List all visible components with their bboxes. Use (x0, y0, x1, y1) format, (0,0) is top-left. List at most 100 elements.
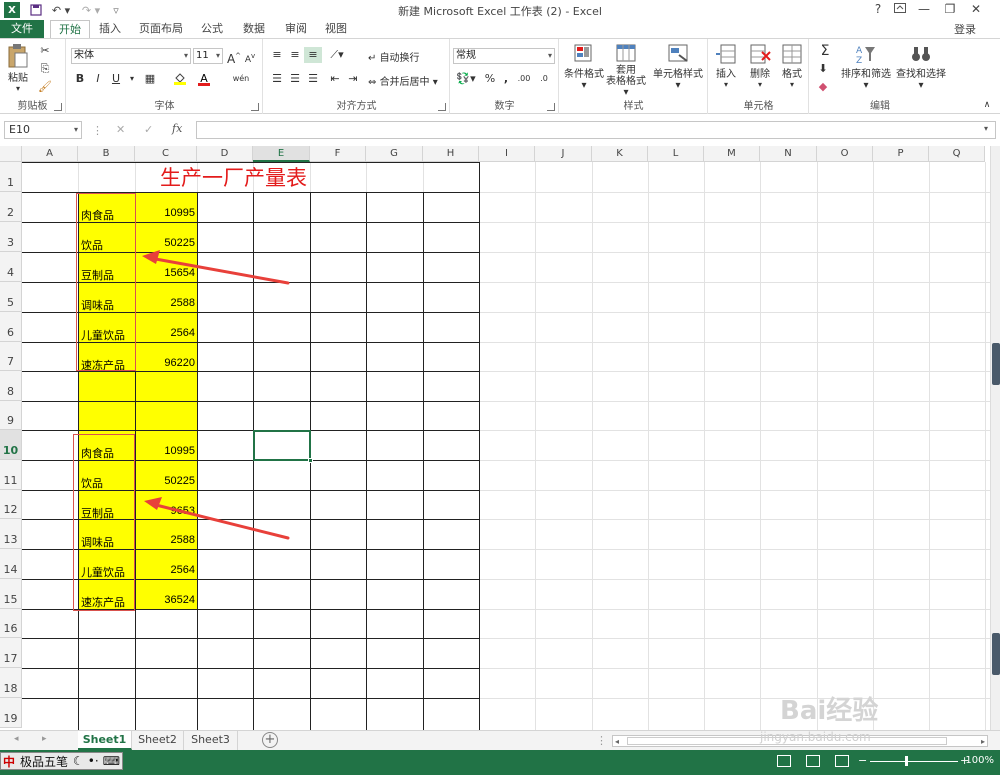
alignment-launcher-icon[interactable] (438, 103, 446, 111)
hscroll-left-icon[interactable]: ◂ (615, 737, 619, 746)
vertical-scrollbar[interactable] (990, 146, 1000, 730)
zoom-slider[interactable] (870, 761, 958, 762)
zoom-out-icon[interactable]: − (858, 754, 867, 767)
number-launcher-icon[interactable] (547, 103, 555, 111)
ime-toolbar[interactable]: 中 极品五笔 ☾ •· ⌨ (0, 752, 124, 770)
zoom-level[interactable]: 100% (965, 755, 994, 766)
page-layout-view-icon[interactable] (806, 755, 820, 767)
increase-indent-icon[interactable]: ⇥ (344, 71, 362, 87)
orientation-icon[interactable]: ⟋▾ (328, 47, 346, 63)
tab-view[interactable]: 视图 (318, 20, 354, 38)
formula-input[interactable] (196, 121, 996, 139)
align-bottom-icon[interactable]: ≡ (304, 47, 322, 63)
ribbon-display-options-icon[interactable] (890, 1, 910, 18)
tab-file[interactable]: 文件 (0, 20, 44, 38)
enter-icon[interactable]: ✓ (144, 123, 153, 136)
tab-formulas[interactable]: 公式 (194, 20, 230, 38)
comma-button[interactable]: , (497, 71, 515, 87)
accounting-format-icon[interactable]: 💱▾ (453, 71, 479, 87)
font-group: 宋体 ▾ 11 ▾ A^ Av B I U ▾ ▦ A wén 字体 (67, 39, 263, 114)
zoom-slider-thumb[interactable] (905, 756, 908, 766)
number-format-select[interactable]: 常规 ▾ (453, 48, 555, 64)
align-right-icon[interactable]: ☰ (304, 71, 322, 87)
font-launcher-icon[interactable] (251, 103, 259, 111)
font-color-icon[interactable]: A (195, 71, 213, 87)
add-sheet-icon[interactable]: + (262, 732, 278, 748)
font-name-select[interactable]: 宋体 ▾ (71, 48, 191, 64)
expand-formula-icon[interactable]: ▾ (984, 124, 988, 133)
side-widget-1[interactable] (992, 343, 1000, 385)
fill-icon[interactable]: ⬇ (814, 61, 832, 77)
restore-icon[interactable]: ❐ (940, 1, 960, 18)
tab-review[interactable]: 审阅 (278, 20, 314, 38)
delete-cells-button[interactable]: 删除 ▾ (745, 43, 775, 89)
fill-handle[interactable] (308, 458, 313, 463)
name-box[interactable]: E10 ▾ (4, 121, 82, 139)
shrink-font-button[interactable]: Av (241, 48, 259, 65)
paste-button[interactable]: 粘贴 ▾ (4, 43, 32, 93)
collapse-ribbon-icon[interactable]: ∧ (978, 97, 996, 113)
insert-cells-icon (716, 44, 736, 64)
sheet-tab-sheet2[interactable]: Sheet2 (132, 731, 184, 750)
align-top-icon[interactable]: ≡ (268, 47, 286, 63)
normal-view-icon[interactable] (777, 755, 791, 767)
clear-icon[interactable]: ◆ (814, 79, 832, 95)
help-button[interactable]: ? (868, 1, 888, 18)
format-as-table-button[interactable]: 套用 表格格式 ▾ (606, 43, 646, 98)
sheet-tab-sheet1[interactable]: Sheet1 (78, 731, 132, 750)
side-widget-2[interactable] (992, 633, 1000, 675)
ime-moon-icon[interactable]: ☾ (71, 754, 86, 768)
active-cell-e10[interactable] (253, 430, 313, 463)
underline-dropdown-icon[interactable]: ▾ (123, 71, 141, 87)
ime-punct-icon[interactable]: •· (86, 754, 101, 768)
borders-icon[interactable]: ▦ (141, 71, 159, 87)
ime-chinese-mode[interactable]: 中 (1, 753, 17, 770)
tab-split-grip-icon[interactable]: ⋮ (596, 734, 607, 747)
cancel-icon[interactable]: ✕ (116, 123, 125, 136)
sheet-tab-sheet3[interactable]: Sheet3 (184, 731, 238, 750)
fill-color-icon[interactable] (171, 71, 189, 87)
conditional-format-button[interactable]: 条件格式 ▾ (562, 43, 606, 91)
decrease-indent-icon[interactable]: ⇤ (326, 71, 344, 87)
format-cells-button[interactable]: 格式 ▾ (777, 43, 807, 89)
minimize-icon[interactable]: — (914, 1, 934, 18)
wrap-text-button[interactable]: ↵ 自动换行 (368, 49, 420, 64)
ime-name: 极品五笔 (20, 754, 69, 769)
scroll-right-icon[interactable]: ▸ (42, 734, 47, 744)
styles-group: 条件格式 ▾ 套用 表格格式 ▾ 单元格样式 ▾ 样式 (560, 39, 708, 114)
format-as-table-icon (616, 44, 636, 62)
phonetic-icon[interactable]: wén (229, 71, 253, 87)
tab-data[interactable]: 数据 (236, 20, 272, 38)
sort-filter-button[interactable]: AZ 排序和筛选 ▾ (840, 43, 892, 91)
svg-text:Z: Z (856, 56, 862, 65)
find-select-button[interactable]: 查找和选择 ▾ (894, 43, 948, 91)
login-link[interactable]: 登录 (954, 21, 976, 37)
tab-insert[interactable]: 插入 (92, 20, 128, 38)
insert-cells-button[interactable]: 插入 ▾ (711, 43, 741, 89)
worksheet-grid[interactable]: ABCDEFGHIJKLMNOPQ 1 2 3 4 5 6 7 8 9 10 11 12 13 14 15 1… (0, 146, 990, 730)
autosum-button[interactable]: Σ (814, 43, 836, 59)
italic-button[interactable]: I (89, 71, 107, 87)
align-left-icon[interactable]: ☰ (268, 71, 286, 87)
copy-icon[interactable]: ⎘ (36, 61, 54, 77)
clipboard-launcher-icon[interactable] (54, 103, 62, 111)
decrease-decimal-button[interactable]: .0 (535, 71, 553, 87)
cell-styles-button[interactable]: 单元格样式 ▾ (650, 43, 706, 91)
arrow-2 (144, 497, 290, 540)
cut-icon[interactable]: ✂ (36, 43, 54, 59)
ime-keyboard-icon[interactable]: ⌨ (101, 754, 122, 768)
tab-page-layout[interactable]: 页面布局 (134, 20, 188, 38)
bold-button[interactable]: B (71, 71, 89, 87)
hscroll-right-icon[interactable]: ▸ (981, 737, 985, 746)
insert-function-icon[interactable]: fx (172, 122, 182, 135)
align-middle-icon[interactable]: ≡ (286, 47, 304, 63)
scroll-left-icon[interactable]: ◂ (14, 734, 19, 744)
tab-home[interactable]: 开始 (50, 20, 90, 38)
format-painter-icon[interactable]: 🖌 (36, 79, 54, 95)
increase-decimal-button[interactable]: .00 (515, 71, 533, 87)
font-size-select[interactable]: 11 ▾ (193, 48, 223, 64)
align-center-icon[interactable]: ☰ (286, 71, 304, 87)
page-break-view-icon[interactable] (835, 755, 849, 767)
merge-center-button[interactable]: ⇔ 合并后居中 ▾ (368, 73, 438, 88)
close-icon[interactable]: ✕ (966, 1, 986, 18)
